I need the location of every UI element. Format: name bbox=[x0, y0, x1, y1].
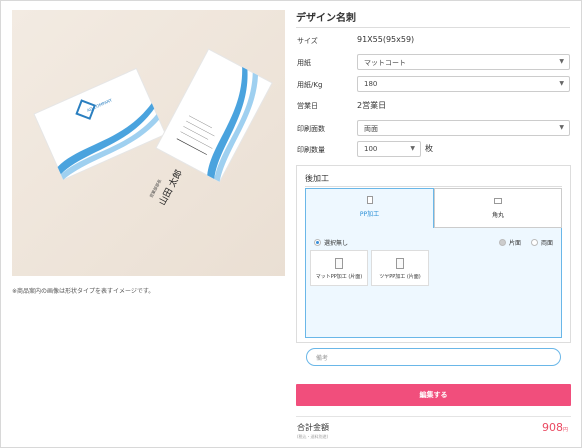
business-card-illustration: AD COMPANY 山田 太郎 営業部部長 bbox=[12, 10, 285, 276]
option-matte-pp-label: マットPP加工 (片面) bbox=[315, 274, 363, 280]
radio-icon bbox=[499, 239, 506, 246]
total-label: 合計金額 bbox=[297, 423, 329, 432]
image-caption: ※商品案内の画像は形状タイプを表すイメージです。 bbox=[12, 288, 155, 295]
card-icon bbox=[335, 258, 343, 269]
paper-select-value: マットコート bbox=[364, 59, 406, 67]
remarks-input[interactable]: 備考 bbox=[306, 348, 561, 366]
option-matte-pp[interactable]: マットPP加工 (片面) bbox=[310, 250, 368, 286]
card-icon bbox=[396, 258, 404, 269]
option-gloss-pp[interactable]: ツヤPP加工 (片面) bbox=[371, 250, 429, 286]
paper-select[interactable]: マットコート ▼ bbox=[357, 54, 570, 70]
radio-both-sides[interactable]: 両面 bbox=[531, 238, 553, 247]
business-days-value: 2営業日 bbox=[357, 101, 387, 110]
currency-unit: 円 bbox=[562, 427, 568, 433]
chevron-down-icon: ▼ bbox=[559, 80, 564, 87]
size-value: 91X55(95x59) bbox=[357, 35, 415, 44]
chevron-down-icon: ▼ bbox=[559, 58, 564, 65]
radio-one-side-label: 片面 bbox=[509, 240, 522, 247]
print-sides-select-value: 両面 bbox=[364, 125, 378, 133]
total-price: 908円 bbox=[542, 421, 568, 434]
radio-selected-icon bbox=[314, 239, 321, 246]
radio-icon bbox=[531, 239, 538, 246]
edit-button[interactable]: 編集する bbox=[296, 384, 571, 406]
total-divider bbox=[296, 416, 571, 417]
chevron-down-icon: ▼ bbox=[559, 124, 564, 131]
product-image: AD COMPANY 山田 太郎 営業部部長 bbox=[12, 10, 285, 276]
tab-pp-coating[interactable]: PP加工 bbox=[305, 188, 434, 228]
post-processing-divider bbox=[305, 186, 562, 187]
radio-none[interactable]: 選択無し bbox=[314, 238, 348, 247]
title-divider bbox=[296, 27, 570, 28]
weight-label: 用紙/Kg bbox=[297, 81, 323, 89]
total-note: (税込・送料別途) bbox=[297, 434, 329, 439]
weight-select[interactable]: 180 ▼ bbox=[357, 76, 570, 92]
quantity-select[interactable]: 100 ▼ bbox=[357, 141, 421, 157]
post-processing-title: 後加工 bbox=[305, 174, 329, 183]
post-processing-panel: 後加工 PP加工 角丸 選択無し 片面 両面 マットPP加工 (片面) ツヤPP… bbox=[296, 165, 571, 343]
chevron-down-icon: ▼ bbox=[410, 145, 415, 152]
quantity-unit: 枚 bbox=[425, 144, 433, 153]
print-sides-select[interactable]: 両面 ▼ bbox=[357, 120, 570, 136]
tab-rounded-corners-label: 角丸 bbox=[491, 212, 504, 219]
radio-none-label: 選択無し bbox=[324, 240, 349, 247]
pp-coating-tab-panel: 選択無し 片面 両面 マットPP加工 (片面) ツヤPP加工 (片面) bbox=[305, 228, 562, 338]
option-gloss-pp-label: ツヤPP加工 (片面) bbox=[379, 274, 421, 280]
page-title: デザイン名刺 bbox=[296, 13, 356, 24]
landscape-card-icon bbox=[494, 198, 502, 204]
business-days-label: 営業日 bbox=[297, 102, 318, 110]
size-label: サイズ bbox=[297, 37, 318, 45]
print-sides-label: 印刷面数 bbox=[297, 125, 325, 133]
paper-label: 用紙 bbox=[297, 59, 311, 67]
total-price-value: 908 bbox=[541, 421, 563, 434]
radio-both-sides-label: 両面 bbox=[541, 240, 554, 247]
quantity-select-value: 100 bbox=[364, 145, 378, 153]
tab-rounded-corners[interactable]: 角丸 bbox=[434, 188, 562, 228]
tab-pp-coating-label: PP加工 bbox=[359, 211, 380, 218]
weight-select-value: 180 bbox=[364, 80, 378, 88]
quantity-label: 印刷数量 bbox=[297, 146, 325, 154]
portrait-card-icon bbox=[366, 196, 373, 204]
radio-one-side[interactable]: 片面 bbox=[499, 238, 521, 247]
